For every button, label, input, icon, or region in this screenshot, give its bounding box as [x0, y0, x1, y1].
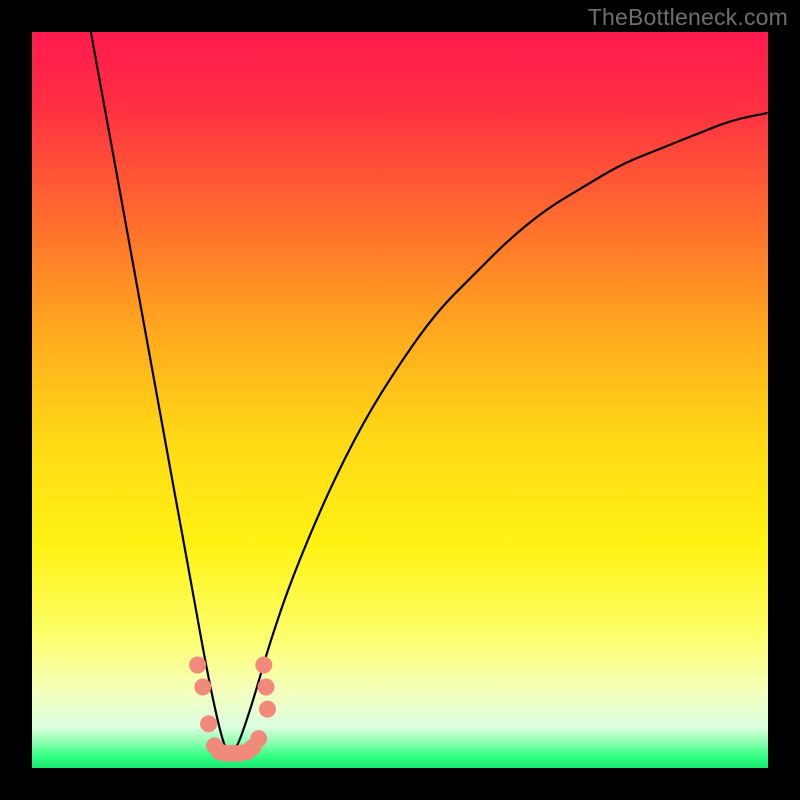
plot-area — [32, 32, 768, 768]
marker-dot — [255, 657, 272, 674]
marker-dot — [189, 657, 206, 674]
marker-dot — [258, 679, 275, 696]
marker-dot — [200, 715, 217, 732]
bottleneck-chart — [32, 32, 768, 768]
gradient-background — [32, 32, 768, 768]
marker-dot — [250, 730, 267, 747]
marker-dot — [259, 701, 276, 718]
watermark-label: TheBottleneck.com — [588, 4, 788, 31]
chart-frame: TheBottleneck.com — [0, 0, 800, 800]
marker-dot — [194, 679, 211, 696]
